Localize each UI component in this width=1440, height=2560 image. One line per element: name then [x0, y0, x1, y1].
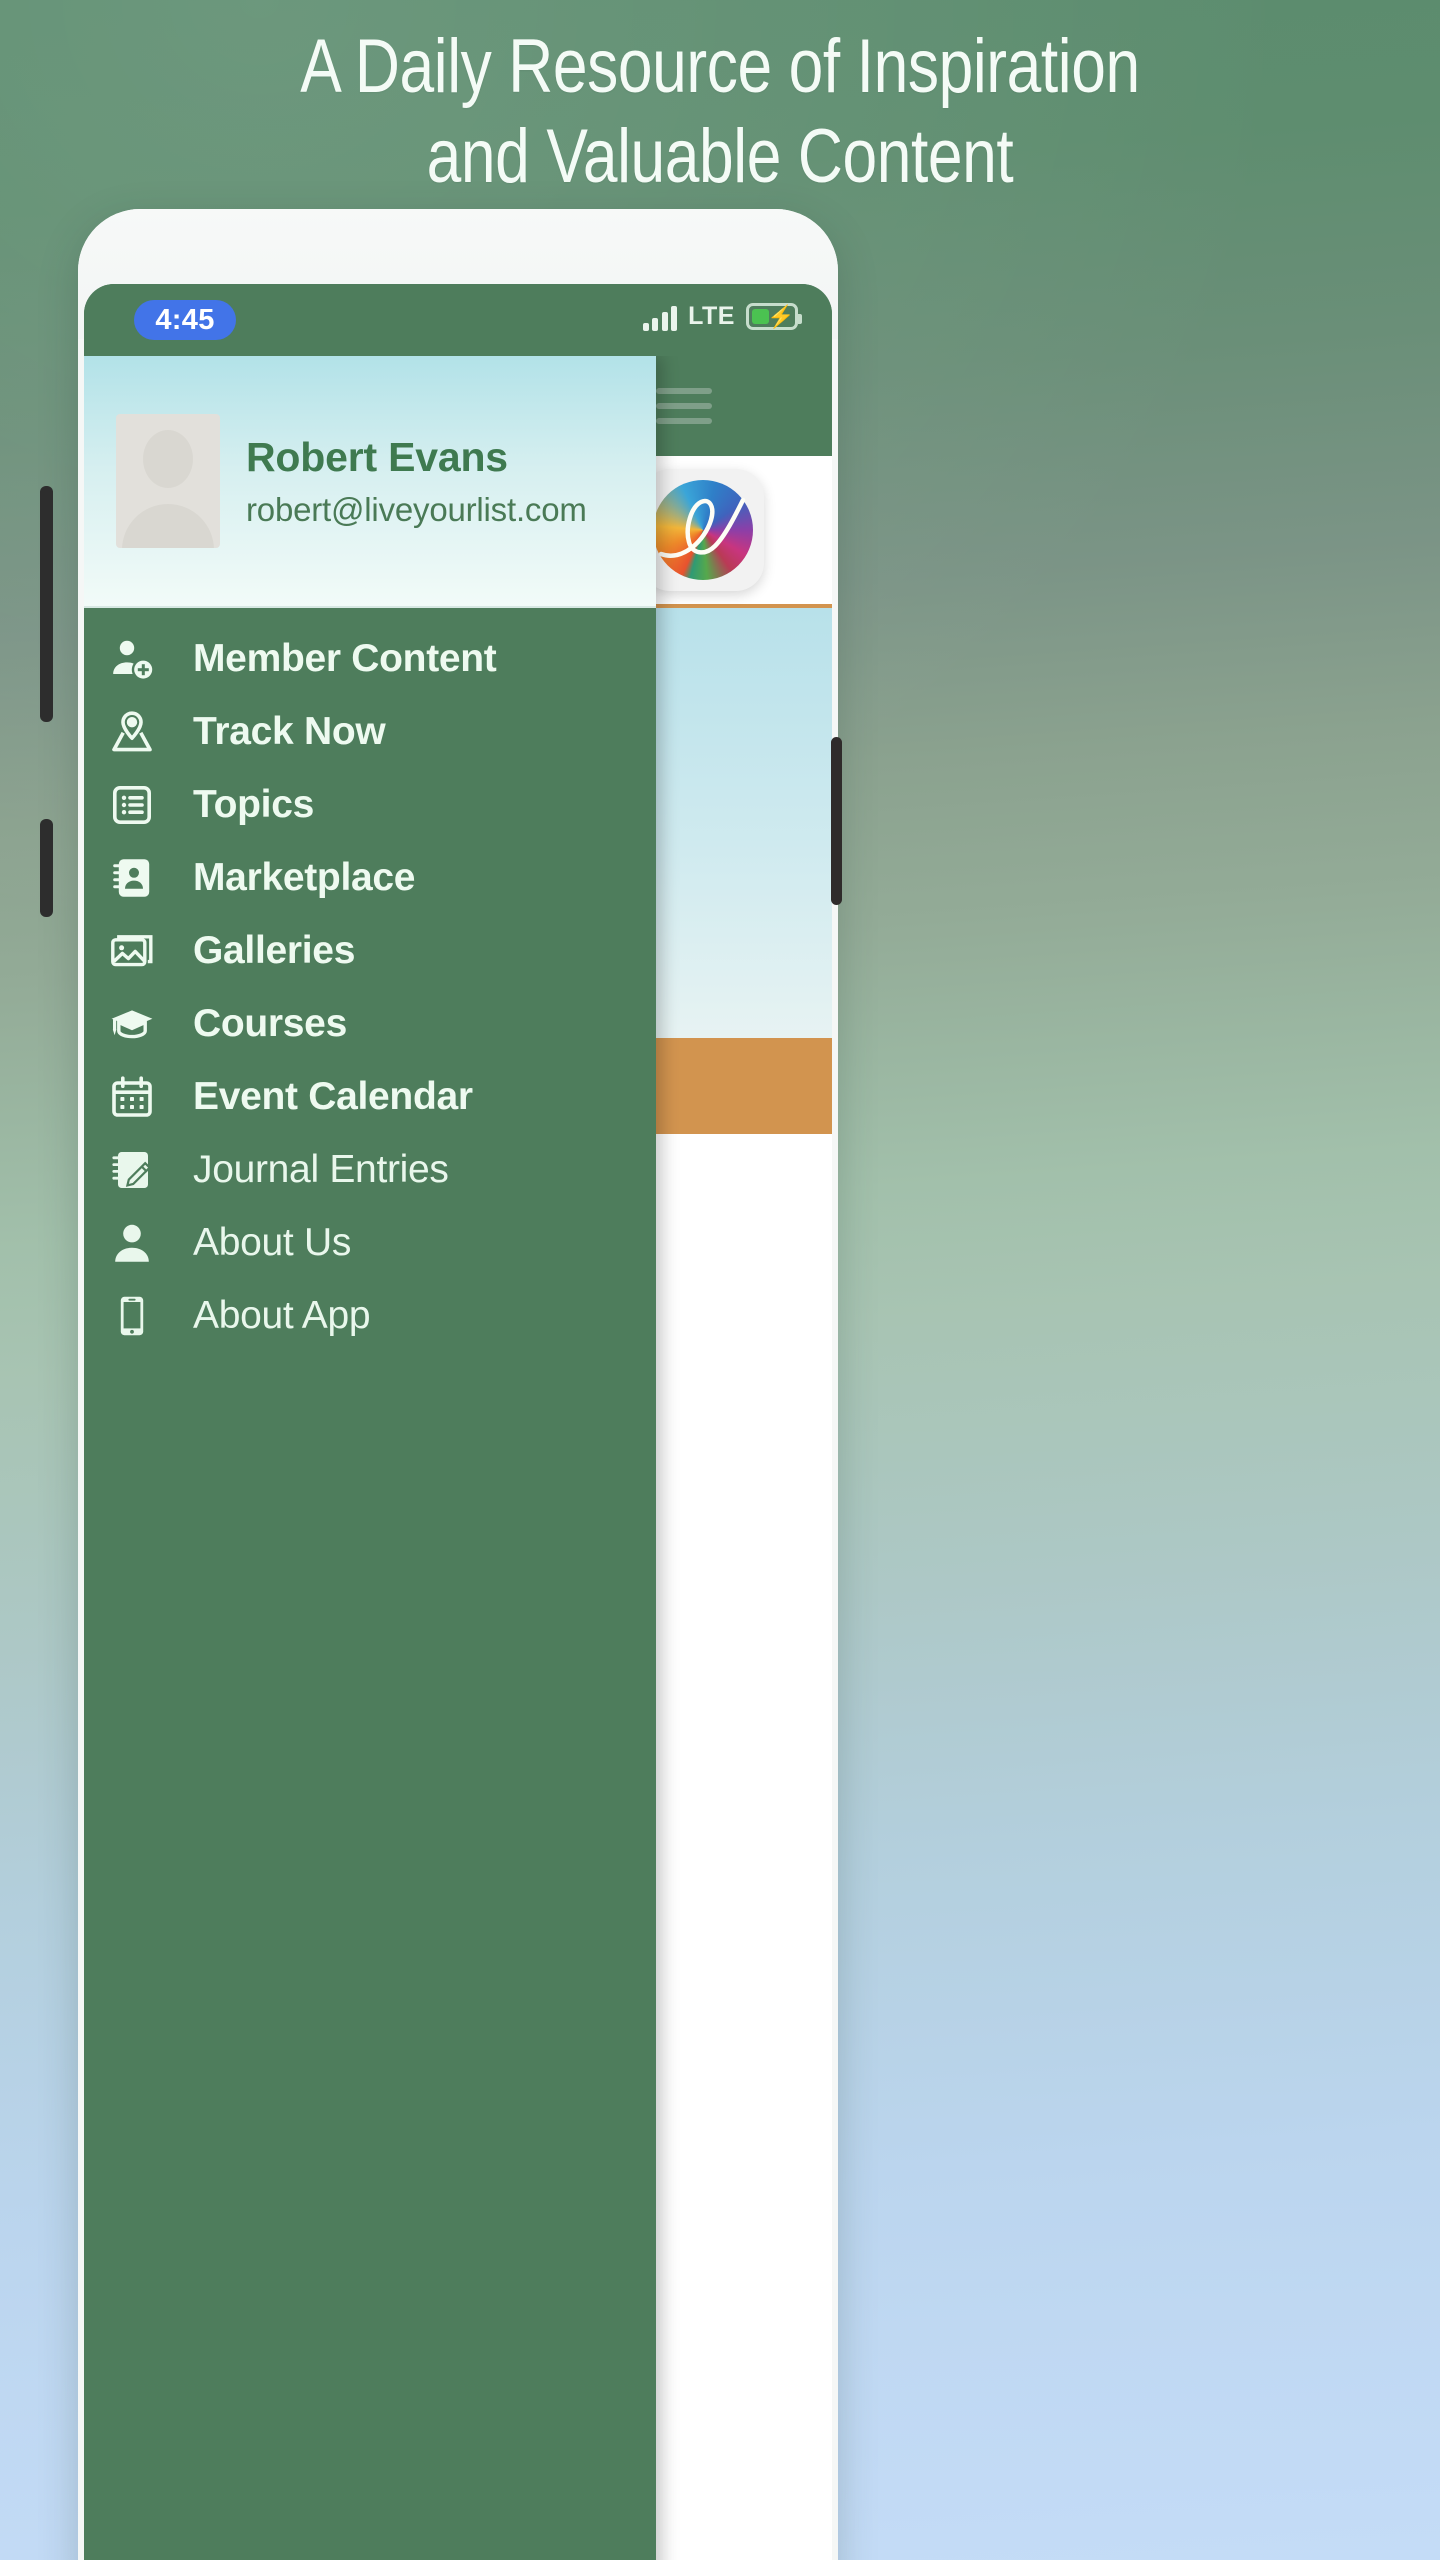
logo-gradient-ball: [653, 480, 753, 580]
power-button[interactable]: [40, 819, 53, 917]
charging-bolt: ⚡: [767, 304, 795, 329]
avatar-body: [122, 504, 214, 548]
sidebar-item-label: About App: [193, 1293, 371, 1337]
sidebar-item-about-us[interactable]: About Us: [84, 1206, 656, 1279]
sidebar-item-label: Member Content: [193, 636, 497, 680]
sidebar-item-label: Track Now: [193, 709, 386, 753]
profile-name: Robert Evans: [246, 433, 508, 480]
network-label: LTE: [688, 302, 735, 330]
phone-mockup: Loo TRACK N In 2017 we co could bring ou…: [78, 209, 838, 2560]
status-indicators: LTE ⚡: [642, 302, 802, 331]
page-title: A Daily Resource of Inspiration and Valu…: [300, 24, 1140, 199]
sidebar-item-label: Galleries: [193, 928, 356, 972]
status-time: 4:45: [134, 300, 236, 340]
volume-button[interactable]: [40, 486, 53, 722]
status-bar: 4:45 LTE ⚡: [84, 284, 832, 356]
sidebar-item-track-now[interactable]: Track Now: [84, 695, 656, 768]
profile-email: robert@liveyourlist.com: [246, 490, 587, 528]
sidebar-item-galleries[interactable]: Galleries: [84, 914, 656, 987]
side-button-right[interactable]: [831, 737, 842, 905]
photos-icon: [108, 927, 180, 975]
sidebar-item-journal-entries[interactable]: Journal Entries: [84, 1133, 656, 1206]
sidebar-item-label: Journal Entries: [193, 1147, 449, 1191]
promo-screenshot: A Daily Resource of Inspiration and Valu…: [0, 0, 1440, 2560]
list-document-icon: [108, 781, 180, 829]
phone-viewport: Loo TRACK N In 2017 we co could bring ou…: [84, 284, 832, 2560]
signal-bars-icon: [642, 303, 678, 331]
sidebar-item-label: Topics: [193, 782, 314, 826]
avatar-placeholder-icon: [116, 414, 220, 548]
sidebar-item-courses[interactable]: Courses: [84, 987, 656, 1060]
calendar-icon: [108, 1073, 180, 1121]
sidebar-item-about-app[interactable]: About App: [84, 1279, 656, 1352]
navigation-drawer: Robert Evans robert@liveyourlist.com Mem…: [84, 356, 656, 2560]
profile-text: Robert Evans robert@liveyourlist.com: [246, 434, 587, 529]
graduation-cap-icon: [108, 1000, 180, 1048]
sidebar-item-label: Event Calendar: [193, 1074, 473, 1118]
smartphone-icon: [108, 1292, 180, 1340]
sidebar-item-event-calendar[interactable]: Event Calendar: [84, 1060, 656, 1133]
person-add-icon: [108, 635, 180, 683]
sidebar-item-label: Courses: [193, 1001, 347, 1045]
battery-charging-icon: ⚡: [746, 303, 802, 330]
hamburger-menu-icon[interactable]: [656, 379, 712, 433]
sidebar-item-topics[interactable]: Topics: [84, 768, 656, 841]
sidebar-item-member-content[interactable]: Member Content: [84, 622, 656, 695]
person-icon: [108, 1219, 180, 1267]
contact-book-icon: [108, 854, 180, 902]
liveyourlist-logo-icon: [642, 469, 764, 591]
map-pin-icon: [108, 708, 180, 756]
avatar-head: [143, 430, 193, 488]
drawer-profile-header[interactable]: Robert Evans robert@liveyourlist.com: [84, 356, 656, 608]
sidebar-item-marketplace[interactable]: Marketplace: [84, 841, 656, 914]
drawer-menu: Member Content Track Now Topics Marketpl…: [84, 608, 656, 1352]
sidebar-item-label: Marketplace: [193, 855, 416, 899]
sidebar-item-label: About Us: [193, 1220, 352, 1264]
notepad-pencil-icon: [108, 1146, 180, 1194]
